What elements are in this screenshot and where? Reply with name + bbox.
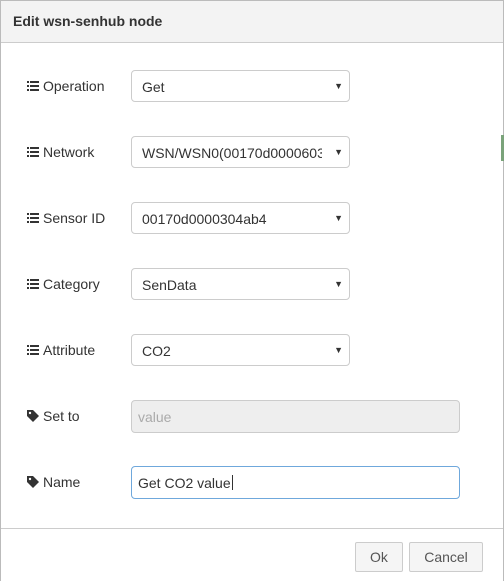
network-label-text: Network — [43, 144, 95, 160]
set-to-label: Set to — [27, 408, 80, 424]
network-select[interactable]: WSN/WSN0(00170d0000603 ▼ — [131, 136, 350, 168]
operation-row: Operation Get ▼ — [1, 70, 503, 104]
name-label-text: Name — [43, 474, 81, 490]
dialog-title: Edit wsn-senhub node — [13, 13, 163, 29]
ok-button[interactable]: Ok — [355, 542, 403, 572]
set-to-input[interactable]: value — [131, 400, 460, 433]
list-icon — [27, 212, 39, 223]
sensor-id-select-value: 00170d0000304ab4 — [142, 211, 267, 227]
edit-node-dialog: Edit wsn-senhub node Operation Get ▼ Net… — [0, 0, 504, 581]
sensor-id-label-text: Sensor ID — [43, 210, 106, 226]
attribute-select[interactable]: CO2 ▼ — [131, 334, 350, 366]
name-label: Name — [27, 474, 80, 490]
chevron-down-icon: ▼ — [334, 81, 343, 91]
name-input-value: Get CO2 value — [138, 475, 231, 491]
tag-icon — [27, 410, 39, 422]
attribute-label: Attribute — [27, 342, 95, 358]
category-label-text: Category — [43, 276, 100, 292]
operation-label: Operation — [27, 78, 104, 94]
tag-icon — [27, 476, 39, 488]
network-select-value: WSN/WSN0(00170d0000603 — [142, 145, 322, 161]
network-label: Network — [27, 144, 94, 160]
operation-select[interactable]: Get ▼ — [131, 70, 350, 102]
sensor-id-select[interactable]: 00170d0000304ab4 ▼ — [131, 202, 350, 234]
list-icon — [27, 146, 39, 157]
dialog-titlebar: Edit wsn-senhub node — [1, 1, 503, 43]
name-row: Name Get CO2 value — [1, 466, 503, 500]
attribute-row: Attribute CO2 ▼ — [1, 334, 503, 368]
list-icon — [27, 278, 39, 289]
chevron-down-icon: ▼ — [334, 279, 343, 289]
list-icon — [27, 344, 39, 355]
attribute-select-value: CO2 — [142, 343, 171, 359]
set-to-placeholder: value — [138, 409, 172, 425]
sensor-id-row: Sensor ID 00170d0000304ab4 ▼ — [1, 202, 503, 236]
text-cursor — [231, 475, 233, 490]
chevron-down-icon: ▼ — [334, 345, 343, 355]
attribute-label-text: Attribute — [43, 342, 96, 358]
name-input-value-wrap: Get CO2 value — [138, 475, 233, 491]
category-row: Category SenData ▼ — [1, 268, 503, 302]
name-input[interactable]: Get CO2 value — [131, 466, 460, 499]
category-label: Category — [27, 276, 100, 292]
operation-select-value: Get — [142, 79, 165, 95]
set-to-row: Set to value — [1, 400, 503, 434]
chevron-down-icon: ▼ — [334, 147, 343, 157]
operation-label-text: Operation — [43, 78, 105, 94]
category-select[interactable]: SenData ▼ — [131, 268, 350, 300]
list-icon — [27, 80, 39, 91]
sensor-id-label: Sensor ID — [27, 210, 105, 226]
category-select-value: SenData — [142, 277, 197, 293]
set-to-label-text: Set to — [43, 408, 80, 424]
cancel-button[interactable]: Cancel — [409, 542, 483, 572]
dialog-footer: Ok Cancel — [1, 528, 503, 581]
chevron-down-icon: ▼ — [334, 213, 343, 223]
network-row: Network WSN/WSN0(00170d0000603 ▼ — [1, 136, 503, 170]
